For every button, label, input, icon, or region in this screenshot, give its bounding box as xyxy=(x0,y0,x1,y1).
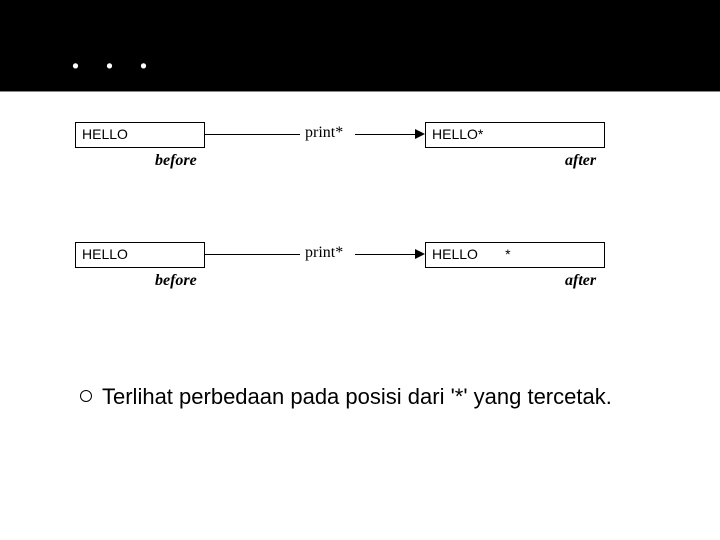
after-box: HELLO * xyxy=(425,242,605,268)
operation-label: print* xyxy=(305,124,343,142)
diagram-2: HELLO print* HELLO * before after xyxy=(75,242,660,322)
connector-line xyxy=(205,254,300,255)
arrow-icon xyxy=(415,129,425,139)
after-box: HELLO* xyxy=(425,122,605,148)
arrow-icon xyxy=(415,249,425,259)
slide-content: HELLO print* HELLO* before after HELLO p… xyxy=(0,92,720,322)
slide-header: . . . xyxy=(0,0,720,92)
after-label: after xyxy=(565,272,596,290)
operation-label: print* xyxy=(305,244,343,262)
arrow-line xyxy=(355,134,417,135)
before-label: before xyxy=(155,152,197,170)
bullet-icon xyxy=(80,390,92,402)
bullet-text: Terlihat perbedaan pada posisi dari '*' … xyxy=(102,380,660,413)
arrow-line xyxy=(355,254,417,255)
bullet-item: Terlihat perbedaan pada posisi dari '*' … xyxy=(80,380,660,413)
connector-line xyxy=(205,134,300,135)
before-box: HELLO xyxy=(75,122,205,148)
slide-title: . . . xyxy=(70,28,720,79)
diagram-1: HELLO print* HELLO* before after xyxy=(75,122,660,202)
before-box: HELLO xyxy=(75,242,205,268)
after-label: after xyxy=(565,152,596,170)
before-label: before xyxy=(155,272,197,290)
